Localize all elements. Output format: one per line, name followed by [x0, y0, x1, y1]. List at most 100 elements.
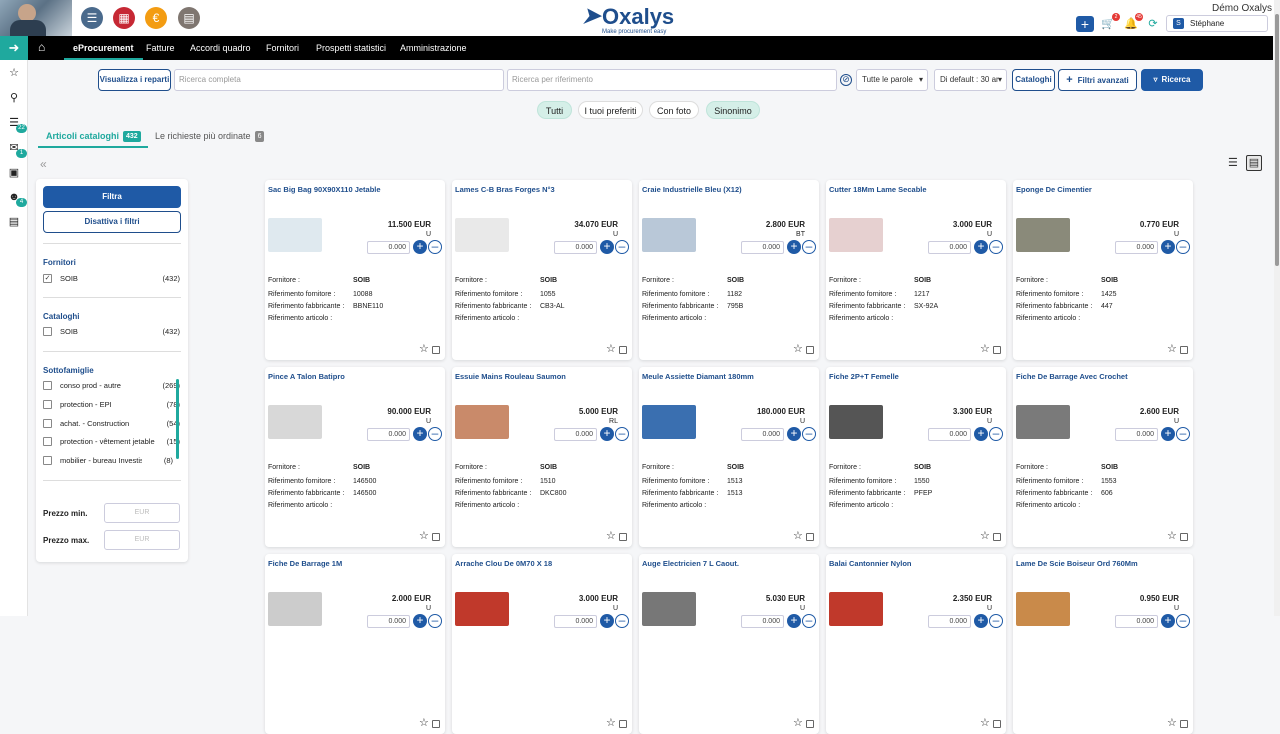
product-title[interactable]: Lame De Scie Boiseur Ord 760Mm [1016, 559, 1138, 568]
product-title[interactable]: Arrache Clou De 0M70 X 18 [455, 559, 552, 568]
star-icon[interactable]: ☆ [606, 531, 616, 542]
product-title[interactable]: Fiche De Barrage 1M [268, 559, 342, 568]
checkbox[interactable] [43, 327, 52, 336]
minus-icon[interactable]: – [615, 427, 629, 441]
minus-icon[interactable]: – [802, 240, 816, 254]
star-icon[interactable]: ☆ [1167, 344, 1177, 355]
filter-option[interactable]: conso prod - autre (269) [43, 380, 180, 392]
compare-checkbox[interactable] [993, 346, 1001, 354]
product-card[interactable]: Fiche 2P+T Femelle 3.300 EUR U 0.000 + – Forni… [826, 367, 1006, 547]
product-image[interactable] [1016, 592, 1070, 626]
checkbox[interactable] [43, 419, 52, 428]
product-title[interactable]: Balai Cantonnier Nylon [829, 559, 912, 568]
quantity-input[interactable]: 0.000 [741, 615, 784, 628]
quantity-input[interactable]: 0.000 [928, 241, 971, 254]
product-title[interactable]: Lames C-B Bras Forges N°3 [455, 185, 555, 194]
catalogs-button[interactable]: Cataloghi [1012, 69, 1055, 91]
minus-icon[interactable]: – [989, 427, 1003, 441]
checkbox[interactable] [43, 400, 52, 409]
filter-option[interactable]: achat. - Construction (54) [43, 418, 180, 430]
quantity-input[interactable]: 0.000 [554, 428, 597, 441]
product-card[interactable]: Fiche De Barrage 1M2.000 EURU0.000+–Forn… [265, 554, 445, 734]
product-card[interactable]: Essuie Mains Rouleau Saumon 5.000 EUR RL 0.… [452, 367, 632, 547]
minus-icon[interactable]: – [428, 240, 442, 254]
nav-amministrazione[interactable]: Amministrazione [400, 36, 467, 60]
product-title[interactable]: Auge Electricien 7 L Caout. [642, 559, 739, 568]
checkbox[interactable] [43, 437, 52, 446]
quantity-input[interactable]: 0.000 [928, 615, 971, 628]
search-icon[interactable]: ⚲ [7, 91, 21, 105]
star-icon[interactable]: ☆ [793, 718, 803, 729]
search-button[interactable]: ▿ Ricerca [1141, 69, 1203, 91]
product-card[interactable]: Arrache Clou De 0M70 X 18 3.000 EUR U 0.000… [452, 554, 632, 734]
tab-most-ordered[interactable]: Le richieste più ordinate 6 [155, 128, 265, 148]
minus-icon[interactable]: – [615, 614, 629, 628]
compare-checkbox[interactable] [1180, 720, 1188, 728]
minus-icon[interactable]: – [989, 240, 1003, 254]
bell-icon[interactable]: 🔔 45 [1122, 13, 1143, 32]
plus-icon[interactable]: + [1161, 427, 1175, 441]
quantity-input[interactable]: 0.000 [928, 428, 971, 441]
product-card[interactable]: Pince A Talon Batipro 90.000 EUR U 0.000 + – F… [265, 367, 445, 547]
product-card[interactable]: Lame De Scie Boiseur Ord 760Mm 0.950 EUR U… [1013, 554, 1193, 734]
quantity-input[interactable]: 0.000 [741, 241, 784, 254]
checkbox[interactable]: ✓ [43, 274, 52, 283]
quantity-input[interactable]: 0.000 [741, 428, 784, 441]
plus-icon[interactable]: + [600, 427, 614, 441]
checkbox[interactable] [43, 456, 52, 465]
star-icon[interactable]: ☆ [606, 344, 616, 355]
compare-checkbox[interactable] [806, 533, 814, 541]
product-title[interactable]: Fiche 2P+T Femelle [829, 372, 899, 381]
product-card[interactable]: Auge Electricien 7 L Caout. 5.030 EUR U 0.0… [639, 554, 819, 734]
nav-accordi-quadro[interactable]: Accordi quadro [190, 36, 251, 60]
product-title[interactable]: Eponge De Cimentier [1016, 185, 1092, 194]
minus-icon[interactable]: – [428, 614, 442, 628]
compare-checkbox[interactable] [806, 346, 814, 354]
plus-icon[interactable]: + [974, 427, 988, 441]
minus-icon[interactable]: – [1176, 614, 1190, 628]
result-count-select[interactable]: Di default : 30 ar ▾ [934, 69, 1007, 91]
plus-icon[interactable]: + [600, 614, 614, 628]
chip-all[interactable]: Tutti [537, 101, 572, 119]
star-icon[interactable]: ☆ [7, 66, 21, 80]
filter-option[interactable]: protection - EPI (78) [43, 399, 180, 411]
product-card[interactable]: Cutter 18Mm Lame Secable 3.000 EUR U 0.000 +… [826, 180, 1006, 360]
product-card[interactable]: Meule Assiette Diamant 180mm 180.000 EUR U… [639, 367, 819, 547]
star-icon[interactable]: ☆ [980, 718, 990, 729]
product-image[interactable] [268, 592, 322, 626]
nav-fornitori[interactable]: Fornitori [266, 36, 299, 60]
nav-eprocurement[interactable]: eProcurement [64, 36, 143, 60]
product-image[interactable] [642, 592, 696, 626]
plus-icon[interactable]: + [787, 240, 801, 254]
plus-icon[interactable]: + [787, 614, 801, 628]
price-min-input[interactable]: EUR [104, 503, 180, 523]
nav-fatture[interactable]: Fatture [146, 36, 175, 60]
product-image[interactable] [268, 218, 322, 252]
compare-checkbox[interactable] [432, 346, 440, 354]
reference-search-input[interactable]: Ricerca per riferimento [507, 69, 837, 91]
product-title[interactable]: Essuie Mains Rouleau Saumon [455, 372, 566, 381]
minus-icon[interactable]: – [1176, 427, 1190, 441]
star-icon[interactable]: ☆ [419, 344, 429, 355]
minus-icon[interactable]: – [989, 614, 1003, 628]
chip-favorites[interactable]: I tuoi preferiti [578, 101, 643, 119]
compare-checkbox[interactable] [1180, 533, 1188, 541]
product-title[interactable]: Cutter 18Mm Lame Secable [829, 185, 927, 194]
quantity-input[interactable]: 0.000 [367, 241, 410, 254]
quantity-input[interactable]: 0.000 [1115, 615, 1158, 628]
product-card[interactable]: Eponge De Cimentier 0.770 EUR U 0.000 + – Forn… [1013, 180, 1193, 360]
full-search-input[interactable]: Ricerca completa [174, 69, 504, 91]
compare-checkbox[interactable] [432, 720, 440, 728]
clear-filters-button[interactable]: Disattiva i filtri [43, 211, 181, 233]
add-icon[interactable]: + [1076, 16, 1094, 32]
product-title[interactable]: Meule Assiette Diamant 180mm [642, 372, 754, 381]
filter-option[interactable]: mobilier - bureau Investisseme(8) [43, 455, 173, 467]
price-max-input[interactable]: EUR [104, 530, 180, 550]
plus-icon[interactable]: + [1161, 614, 1175, 628]
star-icon[interactable]: ☆ [793, 531, 803, 542]
compare-checkbox[interactable] [993, 720, 1001, 728]
star-icon[interactable]: ☆ [606, 718, 616, 729]
product-card[interactable]: Sac Big Bag 90X90X110 Jetable 11.500 EUR U… [265, 180, 445, 360]
nav-prospetti-statistici[interactable]: Prospetti statistici [316, 36, 386, 60]
plus-icon[interactable]: + [1161, 240, 1175, 254]
